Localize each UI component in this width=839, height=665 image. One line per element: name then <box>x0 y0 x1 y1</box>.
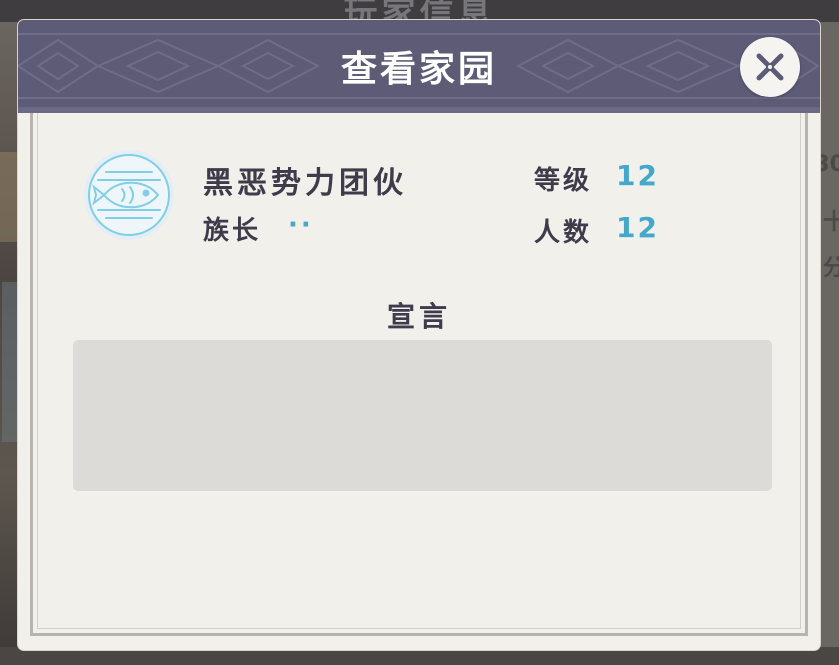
members-value: 12 <box>616 211 659 244</box>
close-button[interactable] <box>740 37 800 97</box>
background-text: 分 <box>822 256 839 281</box>
group-name: 黑恶势力团伙 <box>203 166 407 201</box>
leader-label: 族长 <box>203 216 262 246</box>
background-text: 十 <box>822 210 839 235</box>
members-label: 人数 <box>534 218 593 248</box>
level-value: 12 <box>616 159 659 192</box>
close-icon <box>756 53 784 81</box>
dialog-title: 查看家园 <box>340 49 497 90</box>
level-label: 等级 <box>534 166 593 196</box>
background-panel-right: 30 十 分 <box>814 22 839 665</box>
view-home-dialog: 查看家园 黑恶势力团伙 族长 ·· 等级 12 人数 12 宣言 <box>18 20 820 650</box>
leader-value: ·· <box>288 210 314 240</box>
declaration-box <box>73 340 772 491</box>
dialog-header: 查看家园 <box>18 20 820 113</box>
background-title: 玩家信息 <box>343 0 496 22</box>
fish-emblem-icon <box>84 150 174 240</box>
background-header: 玩家信息 <box>0 0 839 22</box>
declaration-label: 宣言 <box>386 300 451 333</box>
